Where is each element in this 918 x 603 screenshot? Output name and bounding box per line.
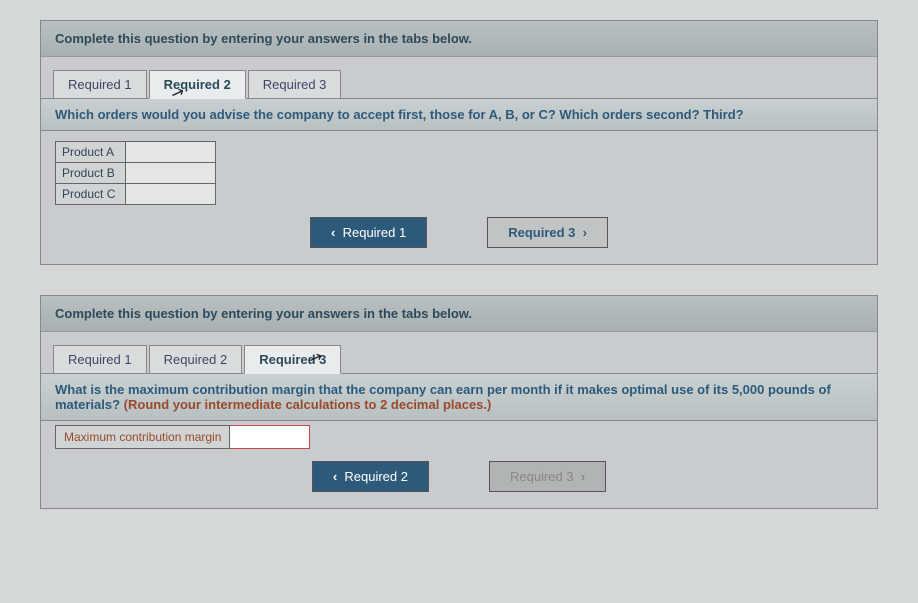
- row-input-max-margin[interactable]: [230, 426, 310, 449]
- next-button-label: Required 3: [508, 225, 575, 240]
- tabs-row: Required 1 Required 2 Required 3 ↖: [53, 69, 877, 98]
- answer-grid: Maximum contribution margin: [55, 425, 863, 449]
- question-prompt: What is the maximum contribution margin …: [41, 373, 877, 421]
- instruction-text: Complete this question by entering your …: [41, 296, 877, 332]
- next-button-disabled: Required 3 ›: [489, 461, 606, 492]
- prev-button[interactable]: ‹ Required 1: [310, 217, 427, 248]
- row-label-product-c: Product C: [56, 184, 126, 205]
- table-row: Product B: [56, 163, 216, 184]
- chevron-left-icon: ‹: [331, 225, 335, 240]
- chevron-right-icon: ›: [583, 225, 587, 240]
- question-hint-text: (Round your intermediate calculations to…: [124, 397, 492, 412]
- row-input-product-a[interactable]: [126, 142, 216, 163]
- tab-required-2[interactable]: Required 2: [149, 70, 246, 99]
- question-prompt: Which orders would you advise the compan…: [41, 98, 877, 131]
- table-row: Product C: [56, 184, 216, 205]
- nav-row: ‹ Required 2 Required 3 ›: [41, 461, 877, 492]
- answer-grid: Product A Product B Product C: [55, 141, 863, 205]
- row-label-max-margin: Maximum contribution margin: [56, 426, 230, 449]
- table-row: Maximum contribution margin: [56, 426, 310, 449]
- tab-required-1[interactable]: Required 1: [53, 70, 147, 99]
- table-row: Product A: [56, 142, 216, 163]
- row-input-product-b[interactable]: [126, 163, 216, 184]
- prev-button-label: Required 1: [343, 225, 407, 240]
- row-label-product-a: Product A: [56, 142, 126, 163]
- tab-required-3[interactable]: Required 3: [244, 345, 341, 374]
- next-button-label: Required 3: [510, 469, 574, 484]
- chevron-left-icon: ‹: [333, 469, 337, 484]
- instruction-text: Complete this question by entering your …: [41, 21, 877, 57]
- question-block-2: Complete this question by entering your …: [40, 295, 878, 509]
- tab-required-1[interactable]: Required 1: [53, 345, 147, 374]
- tabs-row: Required 1 Required 2 Required 3 ↖: [53, 344, 877, 373]
- prev-button-label: Required 2: [344, 469, 408, 484]
- prev-button[interactable]: ‹ Required 2: [312, 461, 429, 492]
- question-block-1: Complete this question by entering your …: [40, 20, 878, 265]
- chevron-right-icon: ›: [581, 469, 585, 484]
- row-label-product-b: Product B: [56, 163, 126, 184]
- nav-row: ‹ Required 1 Required 3 ›: [41, 217, 877, 248]
- tab-required-2[interactable]: Required 2: [149, 345, 243, 374]
- tab-required-3[interactable]: Required 3: [248, 70, 342, 99]
- next-button[interactable]: Required 3 ›: [487, 217, 608, 248]
- row-input-product-c[interactable]: [126, 184, 216, 205]
